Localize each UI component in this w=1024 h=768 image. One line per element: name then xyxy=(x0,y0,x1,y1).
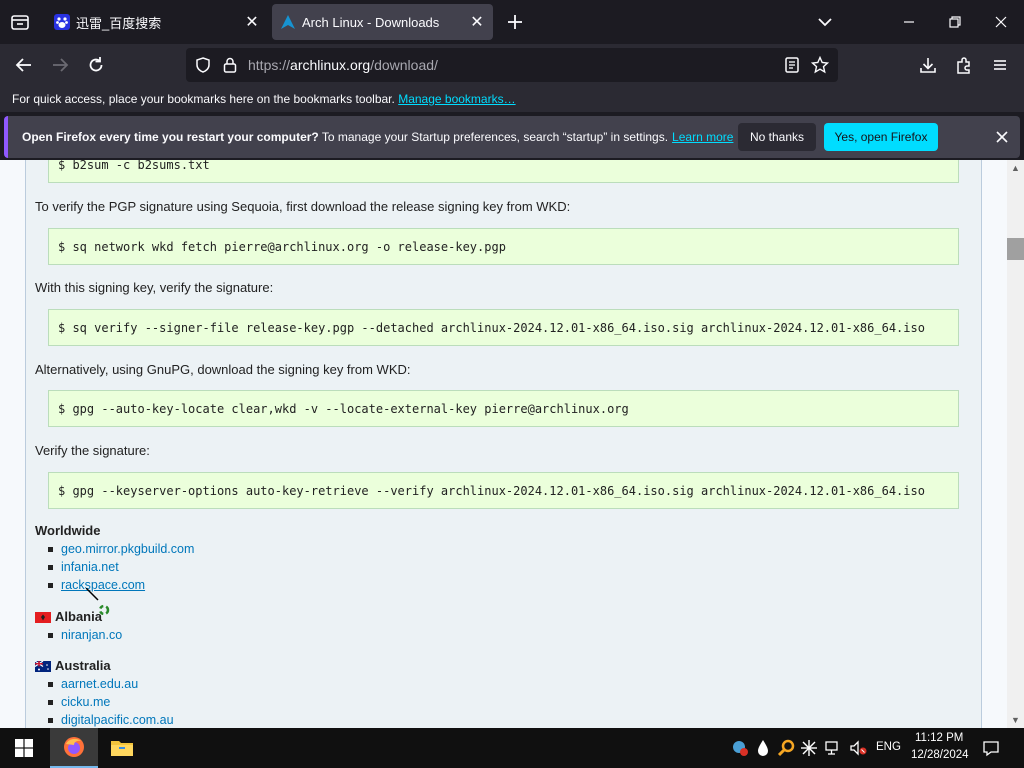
bullet xyxy=(48,682,53,688)
notifications-icon[interactable] xyxy=(982,739,1000,757)
url-path: /download/ xyxy=(370,57,438,73)
scroll-down-icon[interactable]: ▼ xyxy=(1007,712,1024,728)
code-block: $ b2sum -c b2sums.txt xyxy=(48,160,959,183)
folder-icon xyxy=(111,741,133,756)
url-host: archlinux.org xyxy=(290,57,371,73)
sparkle-tray-icon[interactable] xyxy=(800,739,818,757)
manage-bookmarks-link[interactable]: Manage bookmarks… xyxy=(398,92,515,106)
reader-view-icon[interactable] xyxy=(783,56,801,79)
network-tray-icon[interactable] xyxy=(731,739,749,757)
paragraph: Alternatively, using GnuPG, download the… xyxy=(35,362,411,377)
mirror-list-item: cicku.me xyxy=(48,695,110,709)
address-bar[interactable]: https://archlinux.org/download/ xyxy=(186,48,838,82)
windows-logo-icon xyxy=(15,739,33,757)
notification-text: To manage your Startup preferences, sear… xyxy=(318,130,669,144)
bullet xyxy=(48,700,53,706)
mirror-region-heading: Australia xyxy=(34,658,111,673)
url-text[interactable]: https://archlinux.org/download/ xyxy=(248,57,438,73)
list-all-tabs-icon[interactable] xyxy=(814,11,836,33)
bullet xyxy=(48,547,53,553)
no-thanks-button[interactable]: No thanks xyxy=(738,123,816,151)
bookmarks-toolbar: For quick access, place your bookmarks h… xyxy=(0,86,1024,112)
reload-icon[interactable] xyxy=(84,53,108,77)
mirror-link[interactable]: cicku.me xyxy=(61,695,110,709)
bullet xyxy=(48,565,53,571)
new-tab-button[interactable] xyxy=(503,10,527,34)
bookmarks-hint: For quick access, place your bookmarks h… xyxy=(12,92,395,106)
mirror-list-item: infania.net xyxy=(48,560,119,574)
firefox-icon xyxy=(64,737,84,757)
network-status-icon[interactable] xyxy=(824,739,842,757)
startup-notification-bar: Open Firefox every time you restart your… xyxy=(4,116,1020,158)
bookmark-star-icon[interactable] xyxy=(810,55,830,79)
region-name: Worldwide xyxy=(35,523,101,538)
downloads-icon[interactable] xyxy=(916,53,940,77)
baidu-favicon-icon xyxy=(54,14,70,30)
tab-strip: 迅雷_百度搜索 ✕ Arch Linux - Downloads ✕ xyxy=(0,0,1024,44)
extensions-icon[interactable] xyxy=(952,53,976,77)
taskbar-file-explorer[interactable] xyxy=(98,728,146,768)
language-indicator[interactable]: ENG xyxy=(876,741,901,753)
close-tab-icon[interactable]: ✕ xyxy=(244,14,260,31)
page-content: $ b2sum -c b2sums.txt To verify the PGP … xyxy=(0,160,1024,728)
notification-title: Open Firefox every time you restart your… xyxy=(22,130,319,144)
bullet xyxy=(48,718,53,724)
paragraph: With this signing key, verify the signat… xyxy=(35,280,274,295)
close-notification-icon[interactable] xyxy=(992,127,1012,147)
mirror-link[interactable]: infania.net xyxy=(61,560,119,574)
restore-icon[interactable] xyxy=(943,10,967,34)
forward-icon[interactable] xyxy=(48,53,72,77)
mirror-link[interactable]: aarnet.edu.au xyxy=(61,677,138,691)
albania-flag-icon xyxy=(35,611,51,623)
code-block: $ sq network wkd fetch pierre@archlinux.… xyxy=(48,228,959,265)
notification-message: Open Firefox every time you restart your… xyxy=(22,130,733,144)
close-window-icon[interactable] xyxy=(989,10,1013,34)
paragraph: Verify the signature: xyxy=(35,443,150,458)
australia-flag-icon xyxy=(34,660,51,672)
mirror-list-item: niranjan.co xyxy=(48,628,122,642)
region-name: Australia xyxy=(55,658,111,673)
learn-more-link[interactable]: Learn more xyxy=(672,130,733,144)
busy-cursor-icon xyxy=(85,587,116,623)
paragraph: To verify the PGP signature using Sequoi… xyxy=(35,199,571,214)
mirror-link[interactable]: niranjan.co xyxy=(61,628,122,642)
code-block: $ gpg --auto-key-locate clear,wkd -v --l… xyxy=(48,390,959,427)
app-menu-icon[interactable] xyxy=(988,53,1012,77)
firefox-view-icon[interactable] xyxy=(8,10,32,34)
lock-icon[interactable] xyxy=(222,56,238,79)
tab-arch-linux[interactable]: Arch Linux - Downloads ✕ xyxy=(272,4,493,40)
tab-baidu[interactable]: 迅雷_百度搜索 ✕ xyxy=(46,4,268,40)
mirror-list-item: aarnet.edu.au xyxy=(48,677,138,691)
yes-open-firefox-button[interactable]: Yes, open Firefox xyxy=(824,123,938,151)
navigation-toolbar: https://archlinux.org/download/ xyxy=(0,44,1024,86)
bullet xyxy=(48,633,53,639)
minimize-icon[interactable] xyxy=(897,10,921,34)
arch-linux-favicon-icon xyxy=(280,14,296,30)
close-tab-icon[interactable]: ✕ xyxy=(469,14,485,31)
volume-muted-icon[interactable] xyxy=(849,739,867,757)
mirror-region-heading: Worldwide xyxy=(35,523,100,538)
url-scheme: https:// xyxy=(248,57,291,73)
mirror-list-item: digitalpacific.com.au xyxy=(48,713,174,727)
clock-time[interactable]: 11:12 PM xyxy=(915,732,963,744)
back-icon[interactable] xyxy=(12,53,36,77)
bullet xyxy=(48,583,53,589)
windows-taskbar: ENG 11:12 PM 12/28/2024 xyxy=(0,728,1024,768)
tab-title: 迅雷_百度搜索 xyxy=(76,15,162,31)
vertical-scrollbar[interactable]: ▲ ▼ xyxy=(1007,160,1024,728)
scrollbar-thumb[interactable] xyxy=(1007,238,1024,260)
code-block: $ gpg --keyserver-options auto-key-retri… xyxy=(48,472,959,509)
code-block: $ sq verify --signer-file release-key.pg… xyxy=(48,309,959,346)
mirror-link[interactable]: digitalpacific.com.au xyxy=(61,713,174,727)
tracking-protection-icon[interactable] xyxy=(194,56,212,79)
search-tray-icon[interactable] xyxy=(777,739,795,757)
mirror-list-item: geo.mirror.pkgbuild.com xyxy=(48,542,194,556)
start-button[interactable] xyxy=(0,728,48,768)
taskbar-firefox[interactable] xyxy=(50,728,98,768)
clock-date[interactable]: 12/28/2024 xyxy=(911,749,969,761)
tab-title: Arch Linux - Downloads xyxy=(302,14,440,30)
scroll-up-icon[interactable]: ▲ xyxy=(1007,160,1024,176)
drop-tray-icon[interactable] xyxy=(754,739,772,757)
mirror-link[interactable]: geo.mirror.pkgbuild.com xyxy=(61,542,194,556)
